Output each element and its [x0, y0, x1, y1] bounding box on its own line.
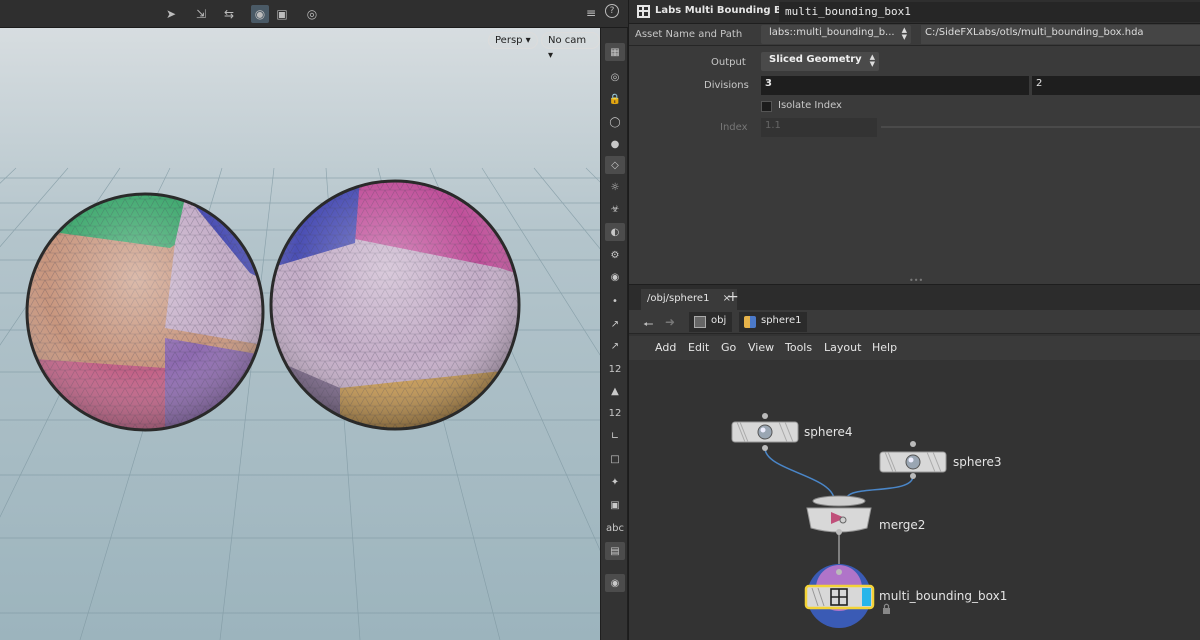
node-label-multi-bounding-box1: multi_bounding_box1 — [879, 589, 1008, 603]
shading-icon[interactable]: ● — [605, 135, 625, 153]
primitive-number-icon[interactable]: 12 — [605, 404, 625, 422]
node-multi-bounding-box1[interactable] — [804, 564, 875, 628]
menu-add[interactable]: Add — [655, 341, 676, 354]
snapshot-icon[interactable]: ▤ — [605, 542, 625, 560]
network-tab-bar: /obj/sphere1 × + — [629, 284, 1200, 311]
viewport-toolbar: ➤ ⇲ ⇆ ◉ ▣ ◎ ≡ ? — [0, 0, 600, 28]
menu-layout[interactable]: Layout — [824, 341, 861, 354]
display-options-toolbar: ▦ ◎ 🔒 ◯ ● ◇ ☼ ☣ ◐ ⚙ ◉ • ↗ ↗ 12 ▲ 12 ∟ □ … — [600, 28, 628, 640]
vector-icon[interactable]: ↗ — [605, 337, 625, 355]
asset-path-field[interactable]: C:/SideFXLabs/otls/multi_bounding_box.hd… — [921, 25, 1200, 44]
menu-edit[interactable]: Edit — [688, 341, 709, 354]
asset-row: Asset Name and Path labs::multi_bounding… — [629, 24, 1200, 46]
tab-obj-sphere1[interactable]: /obj/sphere1 × — [641, 289, 737, 311]
geometry-icon — [744, 316, 756, 328]
display-options-icon[interactable]: ⚙ — [605, 246, 625, 264]
transform-icon[interactable]: ⇲ — [192, 5, 210, 23]
menu-go[interactable]: Go — [721, 341, 736, 354]
lock-icon — [883, 603, 890, 614]
point-number-icon[interactable]: 12 — [605, 360, 625, 378]
viewport-scene[interactable] — [0, 28, 600, 640]
obj-icon — [694, 316, 706, 328]
camera-view-button[interactable]: Persp ▾ — [488, 32, 538, 49]
network-menu-bar: Add Edit Go View Tools Layout Help — [629, 336, 1200, 360]
add-tab-icon[interactable]: + — [727, 289, 739, 305]
handle-icon[interactable]: ⇆ — [220, 5, 238, 23]
divisions-x-field[interactable]: 3 — [761, 76, 1029, 95]
menu-help[interactable]: Help — [872, 341, 897, 354]
primitive-icon[interactable]: ▲ — [605, 382, 625, 400]
node-label-sphere3: sphere3 — [953, 455, 1002, 469]
help-icon[interactable]: ? — [605, 4, 619, 18]
forward-arrow-icon[interactable]: ➜ — [665, 315, 675, 329]
menu-tools[interactable]: Tools — [785, 341, 812, 354]
uv-icon[interactable]: ∟ — [605, 427, 625, 445]
layout-icon[interactable]: ≡ — [582, 4, 600, 22]
divisions-y-field[interactable]: 2 — [1032, 76, 1200, 95]
text-label-icon[interactable]: abc — [605, 519, 625, 537]
isolate-index-label: Isolate Index — [778, 100, 842, 111]
wire-sphere3-merge2 — [846, 475, 914, 499]
bounding-box-icon[interactable]: ▣ — [605, 496, 625, 514]
headlight-icon[interactable]: ☼ — [605, 178, 625, 196]
visibility-icon[interactable]: ◎ — [605, 68, 625, 86]
asset-name-dropdown[interactable]: labs::multi_bounding_b... ▲ ▼ — [761, 25, 911, 44]
node-sphere4[interactable] — [731, 413, 799, 451]
network-graph[interactable]: sphere4 sphere3 merge2 multi_bounding_bo… — [629, 360, 1200, 640]
output-dropdown[interactable]: Sliced Geometry ▲ ▼ — [761, 52, 879, 71]
render-icon[interactable]: ◉ — [605, 268, 625, 286]
index-field[interactable]: 1.1 — [761, 118, 877, 137]
node-merge2[interactable] — [806, 495, 872, 535]
snapping-icon[interactable]: ◉ — [251, 5, 269, 23]
index-label: Index — [720, 122, 748, 133]
camera-select-button[interactable]: No cam ▾ — [541, 32, 600, 61]
parameter-pane: Labs Multi Bounding Box multi_bounding_b… — [628, 0, 1200, 285]
record-icon[interactable]: ◎ — [303, 5, 321, 23]
wire-sphere4-merge2 — [764, 447, 835, 499]
grid-display-icon[interactable]: ▦ — [605, 43, 625, 61]
divisions-label: Divisions — [704, 80, 749, 91]
pivot-icon[interactable]: ✦ — [605, 473, 625, 491]
node-type-icon — [637, 5, 650, 18]
point-icon[interactable]: • — [605, 292, 625, 310]
node-type-label: Labs Multi Bounding Box — [655, 5, 795, 16]
viewport-toolbar-end: ≡ ? — [586, 0, 628, 28]
node-sphere3[interactable] — [879, 441, 947, 479]
select-icon[interactable]: ➤ — [162, 5, 180, 23]
marker-icon[interactable]: ◉ — [605, 574, 625, 592]
parameter-header: Labs Multi Bounding Box multi_bounding_b… — [629, 0, 1200, 24]
index-slider[interactable] — [881, 126, 1200, 128]
scene-viewport[interactable]: ➤ ⇲ ⇆ ◉ ▣ ◎ ≡ ? — [0, 0, 600, 640]
ghost-icon[interactable]: ◯ — [605, 113, 625, 131]
node-label-sphere4: sphere4 — [804, 425, 853, 439]
output-label: Output — [711, 57, 746, 68]
light-icon[interactable]: ◇ — [605, 156, 625, 174]
breadcrumb-sphere1[interactable]: sphere1 — [739, 312, 808, 332]
back-arrow-icon[interactable]: 🠔 — [643, 315, 654, 336]
network-editor: /obj/sphere1 × + 🠔 ➜ obj sphere1 Add Edi… — [628, 284, 1200, 640]
normal-icon[interactable]: ↗ — [605, 315, 625, 333]
isolate-index-checkbox[interactable] — [761, 101, 772, 112]
boundary-icon[interactable]: □ — [605, 450, 625, 468]
bones-icon[interactable]: ☣ — [605, 200, 625, 218]
breadcrumb-obj[interactable]: obj — [689, 312, 733, 332]
network-path-bar: 🠔 ➜ obj sphere1 — [629, 310, 1200, 334]
lock-icon[interactable]: 🔒 — [605, 90, 625, 108]
node-name-field[interactable]: multi_bounding_box1 — [779, 2, 1200, 22]
display-icon[interactable]: ▣ — [273, 5, 291, 23]
background-icon[interactable]: ◐ — [605, 223, 625, 241]
node-label-merge2: merge2 — [879, 518, 926, 532]
asset-label: Asset Name and Path — [635, 29, 743, 40]
menu-view[interactable]: View — [748, 341, 774, 354]
